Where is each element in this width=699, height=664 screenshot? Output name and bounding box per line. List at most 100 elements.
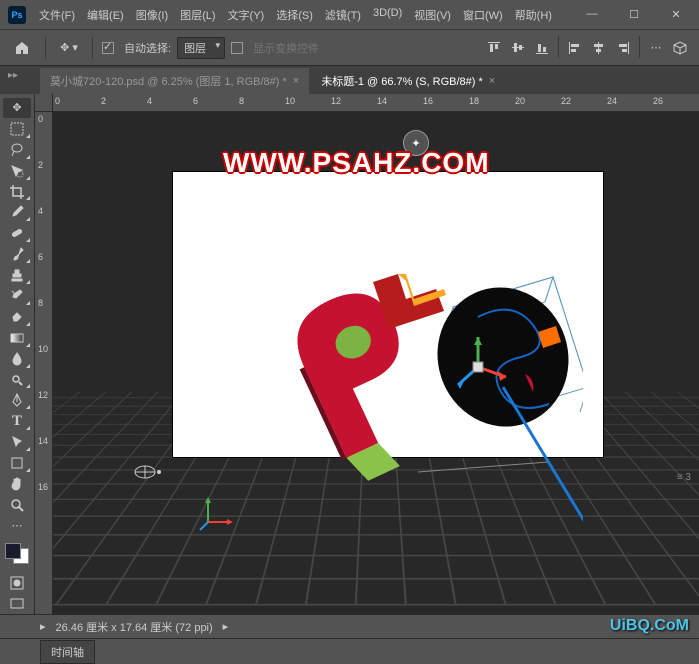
move-tool-icon[interactable]: ✥ ▾ (55, 36, 83, 60)
shape-tool[interactable] (3, 453, 31, 473)
color-swatch[interactable] (5, 543, 29, 565)
menu-layer[interactable]: 图层(L) (175, 4, 220, 26)
align-vcenter-icon[interactable] (507, 36, 529, 60)
3d-ground-widget[interactable] (133, 462, 163, 485)
blur-tool[interactable] (3, 349, 31, 369)
status-chevron-icon[interactable]: ▸ (223, 620, 229, 633)
canvas[interactable]: ✦ WWW.PSAHZ.COM (53, 112, 699, 614)
align-bottom-icon[interactable] (531, 36, 553, 60)
hand-tool[interactable] (3, 474, 31, 494)
ruler-horizontal[interactable]: 0 2 4 6 8 10 12 14 16 18 20 22 24 26 28 (53, 94, 699, 112)
lasso-tool[interactable] (3, 140, 31, 160)
minimize-button[interactable]: ― (577, 8, 607, 21)
menu-select[interactable]: 选择(S) (271, 4, 318, 26)
align-hcenter-icon[interactable] (588, 36, 610, 60)
eraser-tool[interactable] (3, 307, 31, 327)
window-controls: ― ☐ ✕ (577, 8, 691, 21)
menu-filter[interactable]: 滤镜(T) (320, 4, 366, 26)
healing-tool[interactable] (3, 223, 31, 243)
timeline-bar: 时间轴 (0, 638, 699, 664)
ruler-tick: 18 (469, 96, 479, 106)
status-bar: ▸ 26.46 厘米 x 17.64 厘米 (72 ppi) ▸ (0, 614, 699, 638)
ruler-tick: 26 (653, 96, 663, 106)
brush-tool[interactable] (3, 244, 31, 264)
menu-image[interactable]: 图像(I) (131, 4, 173, 26)
ruler-tick: 2 (38, 160, 43, 170)
ruler-vertical[interactable]: 0 2 4 6 8 10 12 14 16 (35, 112, 53, 614)
canvas-area: 0 2 4 6 8 10 12 14 16 18 20 22 24 26 28 … (35, 94, 699, 614)
3d-axis-widget[interactable] (198, 492, 238, 535)
ruler-tick: 10 (285, 96, 295, 106)
quick-select-tool[interactable] (3, 161, 31, 181)
separator (558, 36, 559, 58)
home-button[interactable] (8, 36, 36, 60)
ruler-tick: 8 (239, 96, 244, 106)
timeline-button[interactable]: 时间轴 (40, 640, 95, 664)
ruler-tick: 6 (38, 252, 43, 262)
separator (92, 37, 93, 59)
menu-3d[interactable]: 3D(D) (368, 4, 407, 26)
align-left-icon[interactable] (564, 36, 586, 60)
ruler-tick: 12 (38, 390, 48, 400)
ruler-tick: 16 (38, 482, 48, 492)
ruler-tick: 0 (38, 114, 43, 124)
stamp-tool[interactable] (3, 265, 31, 285)
tab-label: 未标题-1 @ 66.7% (S, RGB/8#) * (321, 73, 483, 89)
marquee-tool[interactable] (3, 119, 31, 139)
ruler-tick: 6 (193, 96, 198, 106)
align-top-icon[interactable] (483, 36, 505, 60)
context-panel-icon[interactable]: ≡ 3 (677, 472, 691, 483)
align-buttons: ⋯ (483, 36, 691, 60)
maximize-button[interactable]: ☐ (619, 8, 649, 21)
edit-toolbar-icon[interactable]: ⋯ (3, 516, 31, 536)
crop-tool[interactable] (3, 182, 31, 202)
auto-select-checkbox[interactable] (102, 42, 114, 54)
ruler-tick: 4 (38, 206, 43, 216)
menu-window[interactable]: 窗口(W) (458, 4, 508, 26)
menu-edit[interactable]: 编辑(E) (82, 4, 129, 26)
tab-document-2[interactable]: 未标题-1 @ 66.7% (S, RGB/8#) * × (311, 68, 505, 94)
ruler-tick: 22 (561, 96, 571, 106)
menu-type[interactable]: 文字(Y) (223, 4, 270, 26)
align-right-icon[interactable] (612, 36, 634, 60)
menu-file[interactable]: 文件(F) (34, 4, 80, 26)
quickmask-tool[interactable] (3, 573, 31, 593)
watermark-uibq: UiBQ.CoM (610, 617, 689, 635)
menu-bar: 文件(F) 编辑(E) 图像(I) 图层(L) 文字(Y) 选择(S) 滤镜(T… (34, 4, 557, 26)
tab-close-icon[interactable]: × (489, 75, 495, 87)
tab-document-1[interactable]: 莫小城720-120.psd @ 6.25% (图层 1, RGB/8#) * … (40, 68, 309, 94)
ruler-tick: 20 (515, 96, 525, 106)
screenmode-tool[interactable] (3, 594, 31, 614)
ruler-corner (35, 94, 53, 112)
close-button[interactable]: ✕ (661, 8, 691, 21)
foreground-color[interactable] (5, 543, 21, 559)
move-tool[interactable]: ✥ (3, 98, 31, 118)
ruler-tick: 0 (55, 96, 60, 106)
status-chevron-icon[interactable]: ▸ (40, 620, 46, 633)
ruler-tick: 10 (38, 344, 48, 354)
layer-dropdown[interactable]: 图层 (177, 37, 225, 59)
zoom-tool[interactable] (3, 495, 31, 515)
ruler-tick: 16 (423, 96, 433, 106)
tab-close-icon[interactable]: × (293, 75, 299, 87)
gradient-tool[interactable] (3, 328, 31, 348)
distribute-icon[interactable]: ⋯ (645, 36, 667, 60)
ruler-tick: 12 (331, 96, 341, 106)
3d-object[interactable] (243, 212, 583, 522)
show-transform-label: 显示变换控件 (253, 40, 319, 56)
document-dimensions: 26.46 厘米 x 17.64 厘米 (72 ppi) (56, 619, 213, 635)
watermark-text: WWW.PSAHZ.COM (223, 147, 490, 179)
eyedropper-tool[interactable] (3, 202, 31, 222)
type-tool[interactable]: T (3, 411, 31, 431)
path-select-tool[interactable] (3, 432, 31, 452)
expand-panels-icon[interactable]: ▸▸ (8, 70, 18, 81)
auto-select-label: 自动选择: (124, 40, 171, 56)
ruler-tick: 14 (38, 436, 48, 446)
3d-mode-icon[interactable] (669, 36, 691, 60)
menu-view[interactable]: 视图(V) (409, 4, 456, 26)
pen-tool[interactable] (3, 390, 31, 410)
menu-help[interactable]: 帮助(H) (510, 4, 557, 26)
dodge-tool[interactable] (3, 370, 31, 390)
history-brush-tool[interactable] (3, 286, 31, 306)
show-transform-checkbox[interactable] (231, 42, 243, 54)
